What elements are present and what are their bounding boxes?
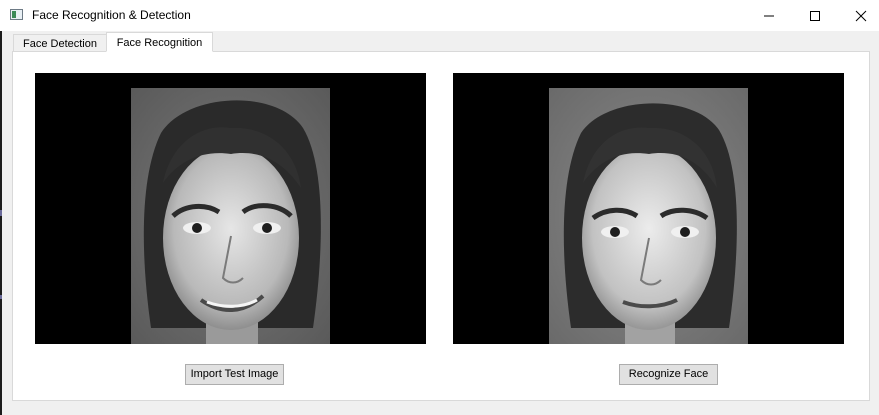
tab-face-detection[interactable]: Face Detection [13,34,107,52]
minimize-icon [764,15,774,17]
tab-face-recognition[interactable]: Face Recognition [106,32,213,52]
minimize-button[interactable] [746,0,792,31]
app-window-icon [10,9,23,20]
edge-mark [0,295,2,299]
recognize-face-button[interactable]: Recognize Face [619,364,718,385]
window-title: Face Recognition & Detection [32,8,191,22]
close-button[interactable] [838,0,879,31]
test-image-view [35,73,426,344]
maximize-icon [810,11,820,21]
desktop-edge [0,0,2,415]
maximize-button[interactable] [792,0,838,31]
edge-mark [0,210,2,216]
test-face-image [131,88,330,344]
close-icon [855,10,867,22]
import-test-image-button[interactable]: Import Test Image [185,364,284,385]
main-window: Face Recognition & Detection Face Detect… [0,0,879,415]
result-image-view [453,73,844,344]
title-bar[interactable]: Face Recognition & Detection [0,0,879,31]
result-face-image [549,88,748,344]
